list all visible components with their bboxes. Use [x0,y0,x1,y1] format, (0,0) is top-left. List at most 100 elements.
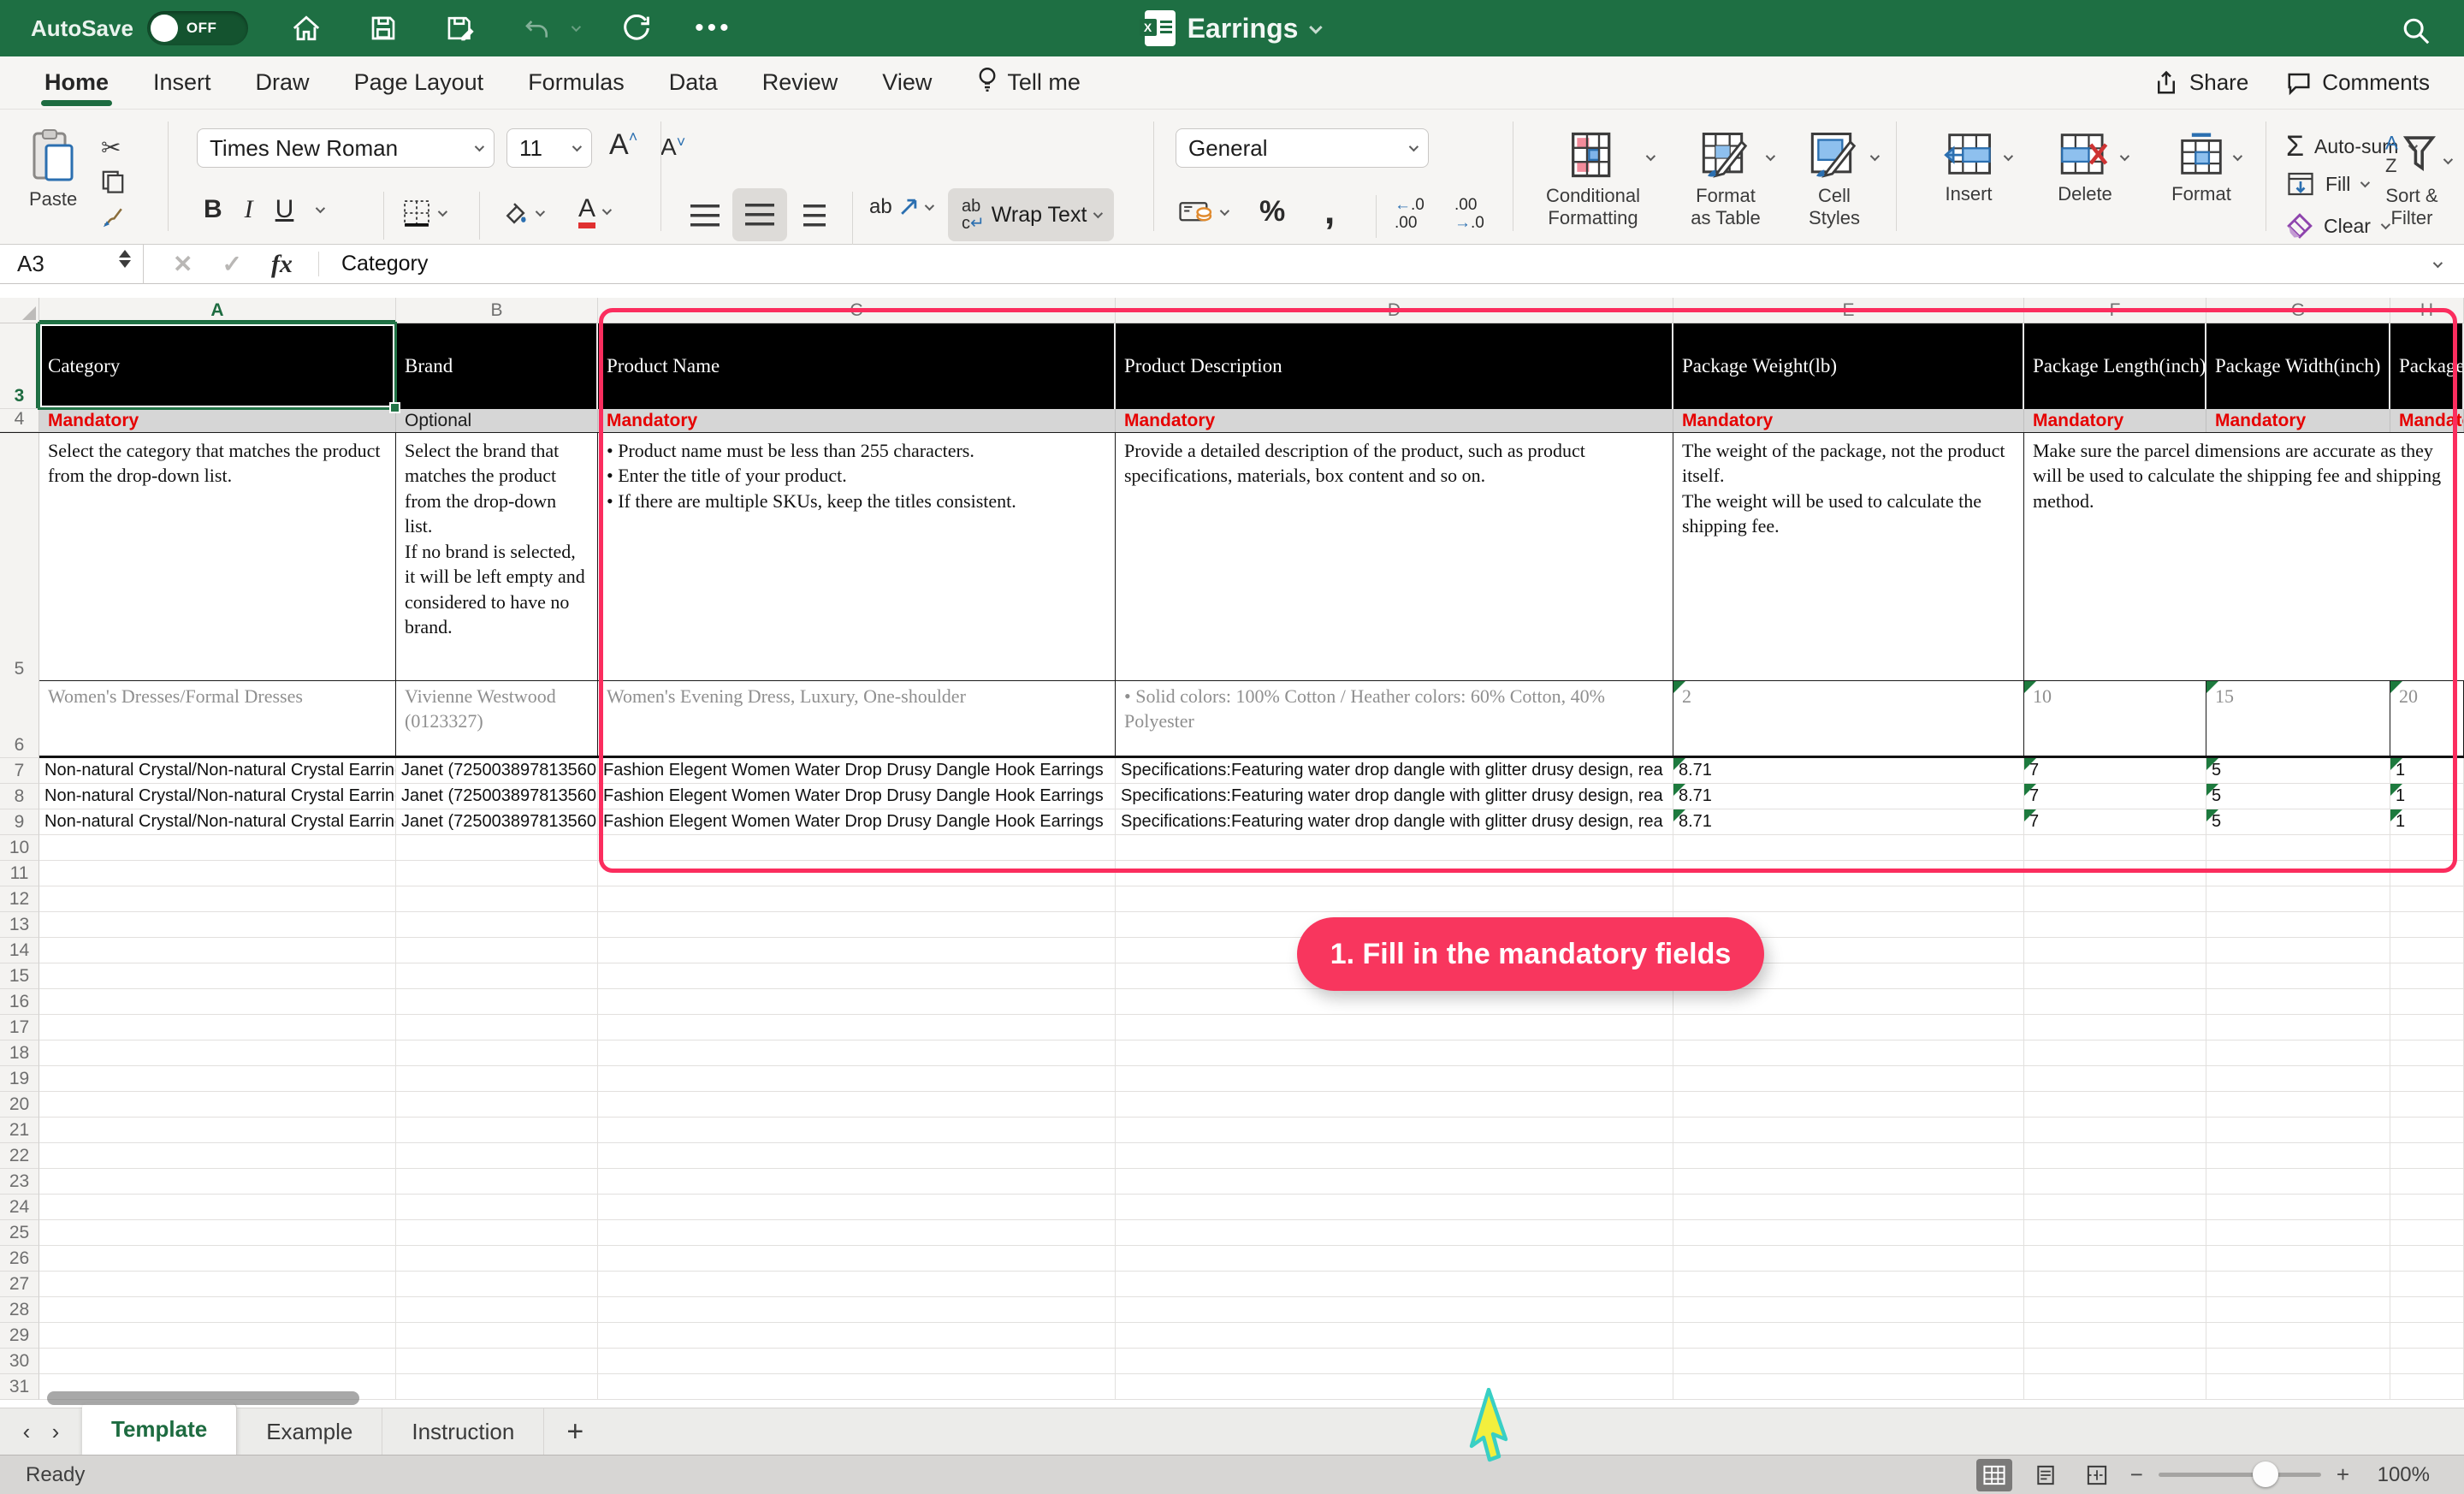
cell-c24[interactable] [598,1195,1116,1220]
cell-d20[interactable] [1116,1092,1673,1118]
cell-e21[interactable] [1673,1118,2024,1143]
name-box-spinner[interactable] [119,250,131,268]
row-header-20[interactable]: 20 [0,1092,39,1118]
cell-c26[interactable] [598,1246,1116,1272]
cell-g21[interactable] [2206,1118,2390,1143]
cell-a3[interactable]: Category [39,323,396,409]
cell-e26[interactable] [1673,1246,2024,1272]
share-button[interactable]: Share [2153,69,2248,96]
cell-c8[interactable]: Fashion Elegent Women Water Drop Drusy D… [598,784,1116,809]
cancel-entry-icon[interactable]: ✕ [173,250,192,278]
tab-page-layout[interactable]: Page Layout [354,56,484,110]
cell-c23[interactable] [598,1169,1116,1195]
cell-h22[interactable] [2390,1143,2464,1169]
cell-d3[interactable]: Product Description [1116,323,1673,409]
cell-d18[interactable] [1116,1040,1673,1066]
cut-icon[interactable]: ✂ [101,133,121,162]
comma-style-button[interactable]: , [1324,190,1335,233]
cell-a14[interactable] [39,938,396,963]
cell-g19[interactable] [2206,1066,2390,1092]
cell-h20[interactable] [2390,1092,2464,1118]
decrease-decimal-button[interactable]: .00→.0 [1454,197,1484,233]
cell-b16[interactable] [396,989,598,1015]
cell-f26[interactable] [2024,1246,2206,1272]
cell-h19[interactable] [2390,1066,2464,1092]
cell-f18[interactable] [2024,1040,2206,1066]
cell-g23[interactable] [2206,1169,2390,1195]
row-header-24[interactable]: 24 [0,1195,39,1220]
cell-f21[interactable] [2024,1118,2206,1143]
cell-h27[interactable] [2390,1272,2464,1297]
row-header-11[interactable]: 11 [0,861,39,886]
row-header-14[interactable]: 14 [0,938,39,963]
cell-f23[interactable] [2024,1169,2206,1195]
cell-a21[interactable] [39,1118,396,1143]
cell-d17[interactable] [1116,1015,1673,1040]
cell-e31[interactable] [1673,1374,2024,1400]
underline-button[interactable]: U [275,195,294,224]
format-as-table-button[interactable]: Format as Table [1670,132,1781,229]
select-all-corner[interactable] [0,298,39,323]
cell-b15[interactable] [396,963,598,989]
zoom-in-icon[interactable]: + [2337,1461,2349,1488]
cell-b22[interactable] [396,1143,598,1169]
cell-e16[interactable] [1673,989,2024,1015]
tab-formulas[interactable]: Formulas [528,56,625,110]
cell-c22[interactable] [598,1143,1116,1169]
cell-e30[interactable] [1673,1349,2024,1374]
cell-g17[interactable] [2206,1015,2390,1040]
page-break-view-icon[interactable] [2079,1459,2115,1491]
cell-f6[interactable]: 10 [2024,681,2206,756]
cell-c31[interactable] [598,1374,1116,1400]
cell-b26[interactable] [396,1246,598,1272]
row-header-19[interactable]: 19 [0,1066,39,1092]
cell-b20[interactable] [396,1092,598,1118]
insert-function-icon[interactable]: fx [271,250,293,279]
tab-tell-me[interactable]: Tell me [976,56,1081,110]
cell-d8[interactable]: Specifications:Featuring water drop dang… [1116,784,1673,809]
formula-bar-expand-icon[interactable] [2433,258,2443,267]
row-header-10[interactable]: 10 [0,835,39,861]
sheet-tab-instruction[interactable]: Instruction [382,1408,544,1455]
cell-f12[interactable] [2024,886,2206,912]
redo-icon[interactable] [618,9,655,47]
cell-b25[interactable] [396,1220,598,1246]
cell-f15[interactable] [2024,963,2206,989]
cell-h23[interactable] [2390,1169,2464,1195]
cell-g12[interactable] [2206,886,2390,912]
cell-g26[interactable] [2206,1246,2390,1272]
italic-button[interactable]: I [245,195,253,224]
row-header-6[interactable]: 6 [0,681,39,758]
cell-f20[interactable] [2024,1092,2206,1118]
cell-e17[interactable] [1673,1015,2024,1040]
more-commands-icon[interactable]: ••• [695,9,732,47]
cell-c5[interactable]: • Product name must be less than 255 cha… [598,433,1116,680]
cell-b11[interactable] [396,861,598,886]
row-header-21[interactable]: 21 [0,1118,39,1143]
cell-f11[interactable] [2024,861,2206,886]
row-header-31[interactable]: 31 [0,1374,39,1400]
tab-view[interactable]: View [882,56,932,110]
cell-d10[interactable] [1116,835,1673,861]
cell-h21[interactable] [2390,1118,2464,1143]
format-cells-button[interactable]: Format [2154,132,2248,205]
cell-d29[interactable] [1116,1323,1673,1349]
tab-insert[interactable]: Insert [153,56,211,110]
cell-f5[interactable]: Make sure the parcel dimensions are accu… [2024,433,2464,680]
col-header-a[interactable]: A [39,298,396,323]
cell-a15[interactable] [39,963,396,989]
cell-c27[interactable] [598,1272,1116,1297]
cell-a5[interactable]: Select the category that matches the pro… [39,433,396,680]
cell-h16[interactable] [2390,989,2464,1015]
cell-g24[interactable] [2206,1195,2390,1220]
cell-f31[interactable] [2024,1374,2206,1400]
cell-h10[interactable] [2390,835,2464,861]
copy-icon[interactable] [101,169,125,198]
row-header-7[interactable]: 7 [0,758,39,784]
cell-c6[interactable]: Women's Evening Dress, Luxury, One-shoul… [598,681,1116,756]
cell-f27[interactable] [2024,1272,2206,1297]
save-as-icon[interactable] [441,9,479,47]
cell-e25[interactable] [1673,1220,2024,1246]
cell-f4[interactable]: Mandatory [2024,409,2206,432]
cell-g10[interactable] [2206,835,2390,861]
